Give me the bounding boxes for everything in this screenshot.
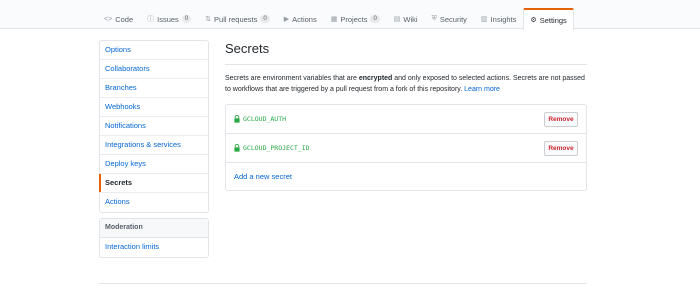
pull-request-icon: ⇅ [205, 16, 212, 23]
tab-pull-requests[interactable]: ⇅ Pull requests 0 [198, 8, 277, 29]
graph-icon: ▥ [480, 16, 488, 23]
secret-row: GCLOUD_PROJECT_ID Remove [226, 134, 586, 163]
tab-label: Security [439, 14, 467, 24]
secrets-panel: Secrets Secrets are environment variable… [225, 40, 587, 191]
sidebar-item-actions[interactable]: Actions [100, 193, 208, 212]
sidebar-item-deploy-keys[interactable]: Deploy keys [100, 155, 208, 174]
tab-security[interactable]: ⛨ Security [425, 8, 474, 29]
tab-wiki[interactable]: ▤ Wiki [387, 8, 425, 29]
description-text: Secrets are environment variables that a… [225, 75, 359, 82]
tab-label: Wiki [403, 14, 418, 24]
secrets-list: GCLOUD_AUTH Remove GCLOUD_PROJECT_ID Rem… [225, 104, 587, 191]
gear-icon: ⚙ [530, 17, 537, 24]
moderation-heading: Moderation [100, 219, 208, 238]
tab-settings[interactable]: ⚙ Settings [523, 8, 574, 30]
pull-requests-counter: 0 [260, 15, 270, 23]
sidebar-item-interaction-limits[interactable]: Interaction limits [100, 238, 208, 257]
sidebar-item-webhooks[interactable]: Webhooks [100, 98, 208, 117]
issue-icon: ⓘ [147, 16, 155, 23]
secret-name: GCLOUD_PROJECT_ID [234, 144, 310, 152]
secret-name-text: GCLOUD_PROJECT_ID [243, 144, 310, 152]
tab-actions[interactable]: ▶ Actions [277, 8, 324, 29]
lock-icon [234, 144, 240, 152]
learn-more-link[interactable]: Learn more [464, 86, 500, 93]
sidebar-item-branches[interactable]: Branches [100, 79, 208, 98]
description-emphasis: encrypted [358, 75, 393, 82]
project-icon: ▦ [330, 16, 338, 23]
repo-nav: <> Code ⓘ Issues 0 ⇅ Pull requests 0 ▶ A… [0, 0, 700, 30]
tab-label: Actions [292, 14, 317, 24]
sidebar-item-notifications[interactable]: Notifications [100, 117, 208, 136]
sidebar-item-collaborators[interactable]: Collaborators [100, 60, 208, 79]
shield-icon: ⛨ [431, 15, 437, 22]
secret-row: GCLOUD_AUTH Remove [226, 105, 586, 134]
actions-icon: ▶ [283, 16, 290, 23]
remove-secret-button[interactable]: Remove [544, 112, 578, 127]
tab-label: Insights [490, 14, 517, 24]
sidebar-item-options[interactable]: Options [100, 41, 208, 60]
secret-name-text: GCLOUD_AUTH [243, 115, 287, 123]
add-secret-link[interactable]: Add a new secret [226, 163, 586, 190]
sidebar-item-integrations[interactable]: Integrations & services [100, 136, 208, 155]
sidebar-item-secrets[interactable]: Secrets [99, 174, 208, 193]
tab-insights[interactable]: ▥ Insights [474, 8, 523, 29]
tab-code[interactable]: <> Code [97, 8, 140, 29]
secrets-description: Secrets are environment variables that a… [225, 73, 587, 95]
settings-menu: Options Collaborators Branches Webhooks … [99, 40, 209, 213]
tab-label: Pull requests [214, 14, 258, 24]
tab-issues[interactable]: ⓘ Issues 0 [140, 8, 198, 29]
projects-counter: 0 [370, 15, 380, 23]
wiki-icon: ▤ [393, 16, 401, 23]
remove-secret-button[interactable]: Remove [544, 141, 578, 156]
tab-label: Issues [157, 14, 179, 24]
tab-label: Code [115, 14, 134, 24]
tab-projects[interactable]: ▦ Projects 0 [324, 8, 387, 29]
tab-label: Settings [539, 15, 567, 25]
lock-icon [234, 115, 240, 123]
footer-divider [99, 283, 587, 284]
code-icon: <> [104, 15, 113, 23]
issues-counter: 0 [181, 15, 192, 23]
secret-name: GCLOUD_AUTH [234, 115, 286, 123]
tab-label: Projects [340, 14, 368, 24]
title-divider [225, 64, 587, 65]
page-title: Secrets [225, 41, 270, 56]
moderation-menu: Moderation Interaction limits [99, 218, 209, 258]
repo-tabs: <> Code ⓘ Issues 0 ⇅ Pull requests 0 ▶ A… [97, 8, 574, 30]
